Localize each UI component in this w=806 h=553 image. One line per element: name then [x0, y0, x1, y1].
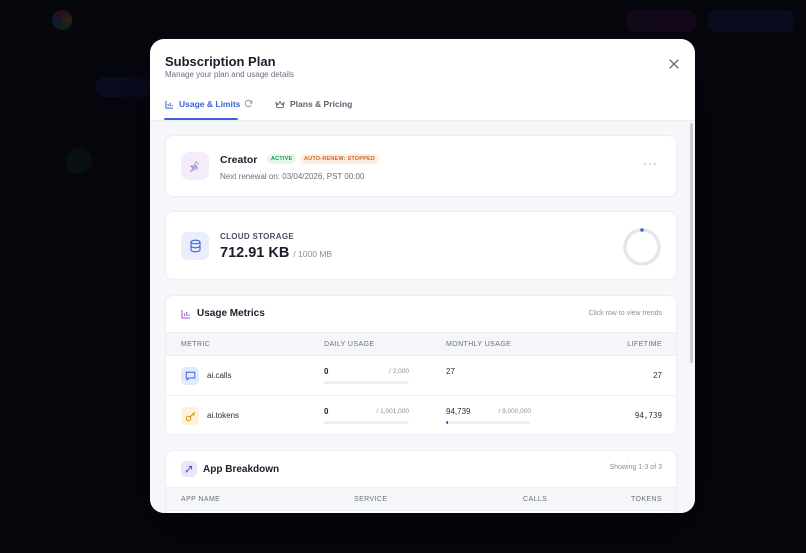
tab-usage-limits[interactable]: Usage & Limits — [165, 99, 240, 109]
storage-limit: / 1000 MB — [293, 249, 333, 259]
close-icon — [669, 59, 679, 69]
daily-usage-bar — [324, 381, 409, 384]
daily-usage: 0 — [324, 367, 329, 376]
monthly-usage-bar-fill — [446, 421, 448, 424]
column-header-metric: METRIC — [181, 341, 211, 348]
monthly-limit: / 9,000,000 — [498, 408, 531, 415]
crown-icon — [275, 100, 285, 108]
status-badge: ACTIVE — [267, 154, 297, 164]
plan-avatar — [181, 152, 209, 180]
tab-label: Plans & Pricing — [290, 99, 353, 109]
chat-bubble-icon — [185, 371, 195, 381]
metric-row-ai-calls[interactable]: ai.calls 0 / 2,000 27 27 — [166, 356, 676, 396]
daily-limit: / 2,000 — [389, 368, 409, 375]
storage-card: CLOUD STORAGE 712.91 KB / 1000 MB — [165, 211, 677, 280]
bar-chart-icon — [165, 100, 174, 109]
modal-subtitle: Manage your plan and usage details — [165, 70, 294, 79]
lifetime-usage: 94,739 — [634, 411, 662, 420]
key-icon — [185, 411, 195, 421]
tab-plans-pricing[interactable]: Plans & Pricing — [275, 99, 352, 109]
tab-label: Usage & Limits — [179, 99, 241, 109]
storage-label: CLOUD STORAGE — [220, 232, 294, 241]
metrics-table-header: METRIC DAILY USAGE MONTHLY USAGE LIFETIM… — [166, 332, 676, 356]
usage-metrics-hint: Click row to view trends — [588, 310, 662, 317]
plan-card: Creator ACTIVE AUTO-RENEW: STOPPED Next … — [165, 135, 677, 197]
monthly-usage: 27 — [446, 367, 455, 376]
apps-table-header: APP NAME SERVICE CALLS TOKENS — [166, 487, 676, 511]
monthly-usage-bar — [446, 421, 531, 424]
app-breakdown-title: App Breakdown — [203, 463, 280, 475]
tab-bar: Usage & Limits Plans & Pricing — [150, 91, 695, 121]
column-header-app-name: APP NAME — [181, 496, 221, 503]
daily-usage: 0 — [324, 407, 329, 416]
usage-metrics-title: Usage Metrics — [197, 308, 265, 319]
bar-chart-icon — [181, 309, 190, 319]
app-breakdown-icon-box — [181, 461, 197, 477]
refresh-icon — [244, 99, 253, 108]
daily-limit: / 1,001,000 — [376, 408, 409, 415]
close-button[interactable] — [667, 57, 681, 71]
more-options-button[interactable]: ··· — [643, 156, 658, 170]
modal-title: Subscription Plan — [165, 54, 276, 69]
monthly-usage: 94,739 — [446, 407, 471, 416]
metric-icon-box — [181, 367, 199, 385]
modal-header: Subscription Plan Manage your plan and u… — [150, 39, 695, 91]
refresh-button[interactable] — [244, 99, 253, 108]
usage-metrics-card: Usage Metrics Click row to view trends M… — [165, 295, 677, 435]
column-header-daily: DAILY USAGE — [324, 341, 375, 348]
metric-name: ai.tokens — [207, 411, 240, 420]
metric-icon-box — [181, 407, 199, 425]
renewal-date: Next renewal on: 03/04/2026, PST 00:00 — [220, 172, 365, 181]
column-header-calls: CALLS — [523, 496, 548, 503]
active-tab-indicator — [164, 118, 238, 120]
daily-usage-bar — [324, 421, 409, 424]
metric-name: ai.calls — [207, 371, 232, 380]
column-header-lifetime: LIFETIME — [627, 341, 662, 348]
storage-progress-ring — [623, 228, 661, 266]
usage-metrics-header: Usage Metrics — [181, 308, 265, 319]
app-breakdown-header: App Breakdown — [181, 461, 279, 477]
subscription-modal: Subscription Plan Manage your plan and u… — [150, 39, 695, 513]
storage-used: 712.91 KB — [220, 245, 290, 261]
rocket-icon — [189, 161, 199, 172]
scrollbar-thumb[interactable] — [690, 123, 693, 363]
column-header-tokens: TOKENS — [630, 496, 662, 503]
metric-row-ai-tokens[interactable]: ai.tokens 0 / 1,001,000 94,739 / 9,000,0… — [166, 396, 676, 434]
database-icon — [189, 239, 201, 253]
app-breakdown-hint: Showing 1-3 of 3 — [609, 464, 662, 471]
storage-icon-box — [181, 232, 209, 260]
plan-name: Creator — [220, 154, 258, 166]
usage-content[interactable]: Creator ACTIVE AUTO-RENEW: STOPPED Next … — [150, 121, 695, 513]
lifetime-usage: 27 — [653, 371, 662, 380]
column-header-service: SERVICE — [354, 496, 388, 503]
storage-value: 712.91 KB / 1000 MB — [220, 245, 332, 261]
auto-renew-badge: AUTO-RENEW: STOPPED — [300, 154, 380, 164]
app-breakdown-card: App Breakdown Showing 1-3 of 3 APP NAME … — [165, 450, 677, 513]
rocket-icon — [185, 465, 193, 473]
column-header-monthly: MONTHLY USAGE — [446, 341, 512, 348]
